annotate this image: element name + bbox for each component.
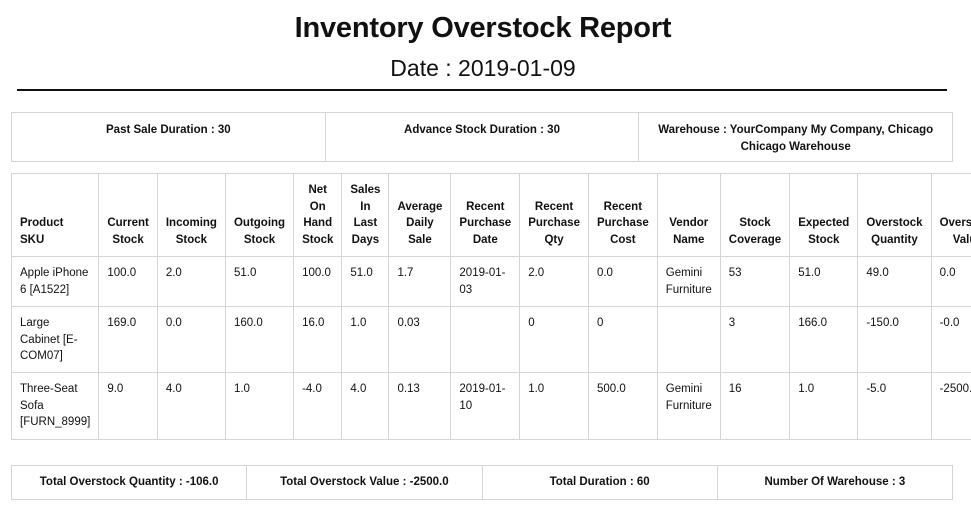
number-of-warehouse: Number Of Warehouse : 3 xyxy=(764,476,906,488)
table-row: Three-Seat Sofa [FURN_8999] 9.0 4.0 1.0 … xyxy=(10,372,971,440)
table-cell: 2.0 xyxy=(519,256,589,307)
product-sku-cell: Apple iPhone 6 [A1522] xyxy=(10,256,100,307)
column-header: Recent Purchase Qty xyxy=(519,173,589,257)
table-cell xyxy=(656,306,721,373)
table-cell: 16 xyxy=(719,372,791,440)
report-title: Inventory Overstock Report xyxy=(294,12,672,44)
column-header: Recent Purchase Cost xyxy=(587,173,658,257)
table-cell: 0 xyxy=(519,306,589,373)
table-cell: -4.0 xyxy=(293,372,343,440)
table-cell: -150.0 xyxy=(857,306,932,373)
table-cell: 0 xyxy=(587,306,658,373)
column-header: Expected Stock xyxy=(789,173,859,257)
overstock-table: Product SKU Current Stock Incoming Stock… xyxy=(10,173,971,440)
table-cell: 51.0 xyxy=(789,256,859,307)
column-header: Current Stock xyxy=(98,173,158,257)
total-overstock-value: Total Overstock Value : -2500.0 xyxy=(247,466,483,499)
column-header: Product SKU xyxy=(10,173,100,257)
table-cell: 1.0 xyxy=(341,306,390,373)
report-parameters: Past Sale Duration : 30 Advance Stock Du… xyxy=(11,112,953,162)
column-header: Incoming Stock xyxy=(156,173,226,257)
table-cell: 1.0 xyxy=(789,372,859,440)
table-cell: 0.0 xyxy=(587,256,658,307)
report-date: Date : 2019-01-09 xyxy=(390,55,576,81)
table-cell: Gemini Furniture xyxy=(656,256,721,307)
table-cell: -0.0 xyxy=(930,306,971,373)
report-summary: Total Overstock Quantity : -106.0 Total … xyxy=(11,465,953,500)
table-cell: 500.0 xyxy=(587,372,658,440)
table-cell: 16.0 xyxy=(293,306,343,373)
table-cell: Gemini Furniture xyxy=(656,372,721,440)
table-row: Large Cabinet [E-COM07] 169.0 0.0 160.0 … xyxy=(10,306,971,373)
table-cell: 0.13 xyxy=(388,372,452,440)
table-cell: 166.0 xyxy=(789,306,859,373)
table-cell: 2019-01-10 xyxy=(450,372,521,440)
column-header: Sales In Last Days xyxy=(341,173,390,257)
table-cell: 1.7 xyxy=(388,256,452,307)
column-header: Recent Purchase Date xyxy=(450,173,521,257)
column-header: Net On Hand Stock xyxy=(293,173,343,257)
past-sale-duration: Past Sale Duration : 30 xyxy=(12,113,326,161)
table-cell: 100.0 xyxy=(98,256,158,307)
table-cell: -2500.0 xyxy=(930,372,971,440)
table-cell: 0.0 xyxy=(156,306,226,373)
table-cell: 51.0 xyxy=(224,256,295,307)
table-cell: 49.0 xyxy=(857,256,932,307)
total-duration: Total Duration : 60 xyxy=(483,466,718,499)
title-divider xyxy=(17,89,947,91)
table-cell: 51.0 xyxy=(341,256,390,307)
table-header-row: Product SKU Current Stock Incoming Stock… xyxy=(10,173,971,257)
column-header: Overstock Quantity xyxy=(857,173,932,257)
table-cell: 53 xyxy=(719,256,791,307)
table-cell: 2.0 xyxy=(156,256,226,307)
column-header: Overstock Value xyxy=(930,173,971,257)
table-cell xyxy=(450,306,521,373)
table-cell: -5.0 xyxy=(857,372,932,440)
table-cell: 1.0 xyxy=(519,372,589,440)
table-cell: 9.0 xyxy=(98,372,158,440)
column-header: Stock Coverage xyxy=(719,173,791,257)
column-header: Vendor Name xyxy=(656,173,721,257)
table-cell: 160.0 xyxy=(224,306,295,373)
column-header: Outgoing Stock xyxy=(224,173,295,257)
table-cell: 0.0 xyxy=(930,256,971,307)
product-sku-cell: Three-Seat Sofa [FURN_8999] xyxy=(10,372,100,440)
table-cell: 3 xyxy=(719,306,791,373)
warehouse-name: Warehouse : YourCompany My Company, Chic… xyxy=(658,124,934,153)
table-cell: 4.0 xyxy=(156,372,226,440)
table-cell: 0.03 xyxy=(388,306,452,373)
table-cell: 2019-01-03 xyxy=(450,256,521,307)
column-header: Average Daily Sale xyxy=(388,173,452,257)
advance-stock-duration: Advance Stock Duration : 30 xyxy=(326,113,640,161)
table-cell: 100.0 xyxy=(293,256,343,307)
product-sku-cell: Large Cabinet [E-COM07] xyxy=(10,306,100,373)
total-overstock-quantity: Total Overstock Quantity : -106.0 xyxy=(12,466,248,499)
table-cell: 169.0 xyxy=(98,306,158,373)
table-row: Apple iPhone 6 [A1522] 100.0 2.0 51.0 10… xyxy=(10,256,971,307)
table-cell: 1.0 xyxy=(224,372,295,440)
table-cell: 4.0 xyxy=(341,372,390,440)
